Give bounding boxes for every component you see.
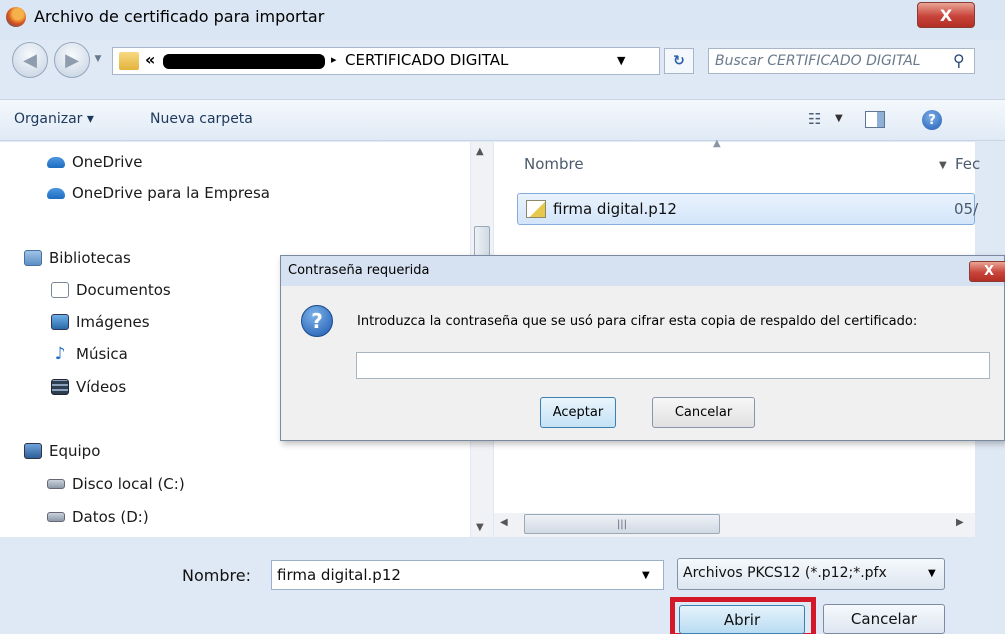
pictures-icon xyxy=(51,314,69,330)
sidebar-item-label: Disco local (C:) xyxy=(72,475,185,493)
back-button[interactable]: ◀ xyxy=(12,42,48,78)
new-folder-button[interactable]: Nueva carpeta xyxy=(150,111,253,127)
column-filter-dropdown-icon[interactable]: ▼ xyxy=(939,160,947,171)
dialog-title: Contraseña requerida xyxy=(288,263,430,278)
column-header-name[interactable]: Nombre xyxy=(524,155,584,173)
sidebar-item-label: Equipo xyxy=(49,442,101,460)
horizontal-scroll-thumb[interactable]: ||| xyxy=(524,514,720,534)
sidebar-item-drive-d[interactable]: Datos (D:) xyxy=(47,506,149,528)
question-icon: ? xyxy=(301,305,333,337)
scroll-down-icon[interactable]: ▼ xyxy=(476,522,484,533)
filename-input[interactable] xyxy=(277,565,627,585)
sidebar-item-drive-c[interactable]: Disco local (C:) xyxy=(47,473,185,495)
sidebar-item-label: Vídeos xyxy=(76,378,127,396)
drive-icon xyxy=(47,479,65,489)
accept-button[interactable]: Aceptar xyxy=(540,397,616,428)
sidebar-item-label: OneDrive xyxy=(72,153,143,171)
cancel-button[interactable]: Cancelar xyxy=(823,604,945,634)
sidebar-item-libraries[interactable]: Bibliotecas xyxy=(24,247,131,269)
scroll-up-icon[interactable]: ▲ xyxy=(476,146,484,157)
scroll-right-icon[interactable]: ▶ xyxy=(956,517,964,528)
breadcrumb-overflow[interactable]: « xyxy=(145,50,155,69)
folder-icon xyxy=(119,52,139,70)
help-icon[interactable]: ? xyxy=(922,110,942,130)
dialog-body: ? Introduzca la contraseña que se usó pa… xyxy=(281,286,1004,440)
password-field[interactable] xyxy=(356,352,990,379)
dialog-title-bar: Contraseña requerida X xyxy=(281,256,1005,286)
file-type-filter-select[interactable]: Archivos PKCS12 (*.p12;*.pfx xyxy=(677,558,945,590)
sidebar-item-label: Imágenes xyxy=(76,313,150,331)
address-dropdown-icon[interactable]: ▼ xyxy=(617,54,625,67)
file-row-selected[interactable]: firma digital.p12 05/ xyxy=(517,193,979,225)
window-close-button[interactable]: X xyxy=(917,2,975,28)
sidebar-item-onedrive-business[interactable]: OneDrive para la Empresa xyxy=(47,182,270,204)
sidebar-item-pictures[interactable]: Imágenes xyxy=(51,311,150,333)
sidebar-item-label: Bibliotecas xyxy=(49,249,131,267)
sidebar-item-computer[interactable]: Equipo xyxy=(24,440,100,462)
sidebar-item-label: OneDrive para la Empresa xyxy=(72,184,270,202)
library-icon xyxy=(24,250,42,266)
address-bar[interactable]: « ▸ CERTIFICADO DIGITAL ▼ xyxy=(112,47,660,75)
filter-dropdown-icon[interactable]: ▼ xyxy=(928,568,936,579)
cloud-icon xyxy=(47,156,65,168)
command-bar: Organizar ▾ Nueva carpeta ☷ ▼ ? xyxy=(0,99,1005,141)
video-icon xyxy=(51,379,69,395)
certificate-file-icon xyxy=(526,200,546,218)
breadcrumb-current-folder[interactable]: CERTIFICADO DIGITAL xyxy=(345,51,508,69)
sidebar-item-music[interactable]: ♪ Música xyxy=(51,343,128,365)
breadcrumb-separator[interactable]: ▸ xyxy=(331,53,337,66)
cloud-icon xyxy=(47,187,65,199)
refresh-button[interactable]: ↻ xyxy=(664,48,694,74)
filename-combo[interactable]: ▼ xyxy=(271,560,664,590)
sort-indicator-icon: ▲ xyxy=(713,138,721,149)
sidebar-item-videos[interactable]: Vídeos xyxy=(51,376,126,398)
column-header-date[interactable]: Fec xyxy=(955,155,980,173)
filename-label: Nombre: xyxy=(182,566,251,585)
file-open-dialog: Archivo de certificado para importar X ◀… xyxy=(0,0,1005,634)
forward-button[interactable]: ▶ xyxy=(54,42,90,78)
arrow-left-icon: ◀ xyxy=(23,49,37,71)
search-input[interactable] xyxy=(715,51,947,71)
refresh-icon: ↻ xyxy=(673,53,685,69)
redacted-path-segment xyxy=(163,54,325,69)
sidebar-item-onedrive[interactable]: OneDrive xyxy=(47,151,143,173)
view-dropdown-icon[interactable]: ▼ xyxy=(835,113,843,124)
scroll-left-icon[interactable]: ◀ xyxy=(500,517,508,528)
sidebar-item-label: Música xyxy=(76,345,128,363)
search-icon[interactable]: ⚲ xyxy=(953,51,965,70)
dialog-cancel-button[interactable]: Cancelar xyxy=(652,397,755,428)
drive-icon xyxy=(47,512,65,522)
music-icon: ♪ xyxy=(54,344,66,364)
password-prompt: Introduzca la contraseña que se usó para… xyxy=(357,314,918,329)
arrow-right-icon: ▶ xyxy=(65,49,79,71)
preview-pane-icon[interactable] xyxy=(865,111,885,128)
document-icon xyxy=(51,282,69,298)
title-bar: Archivo de certificado para importar X xyxy=(0,0,1005,40)
file-date: 05/ xyxy=(954,200,979,218)
sidebar-item-label: Documentos xyxy=(76,281,171,299)
firefox-icon xyxy=(6,7,26,27)
sidebar-item-documents[interactable]: Documentos xyxy=(51,279,171,301)
password-dialog: Contraseña requerida X ? Introduzca la c… xyxy=(280,255,1005,441)
window-title: Archivo de certificado para importar xyxy=(34,7,325,26)
open-button[interactable]: Abrir xyxy=(679,605,805,634)
computer-icon xyxy=(24,443,42,459)
search-box[interactable]: ⚲ xyxy=(708,48,975,74)
sidebar-item-label: Datos (D:) xyxy=(72,508,149,526)
organize-menu-button[interactable]: Organizar ▾ xyxy=(14,111,94,127)
dialog-close-button[interactable]: X xyxy=(969,261,1005,282)
view-options-icon[interactable]: ☷ xyxy=(808,110,821,128)
filename-dropdown-icon[interactable]: ▼ xyxy=(642,570,650,581)
recent-locations-dropdown[interactable]: ▼ xyxy=(92,54,104,66)
file-name: firma digital.p12 xyxy=(553,200,677,218)
